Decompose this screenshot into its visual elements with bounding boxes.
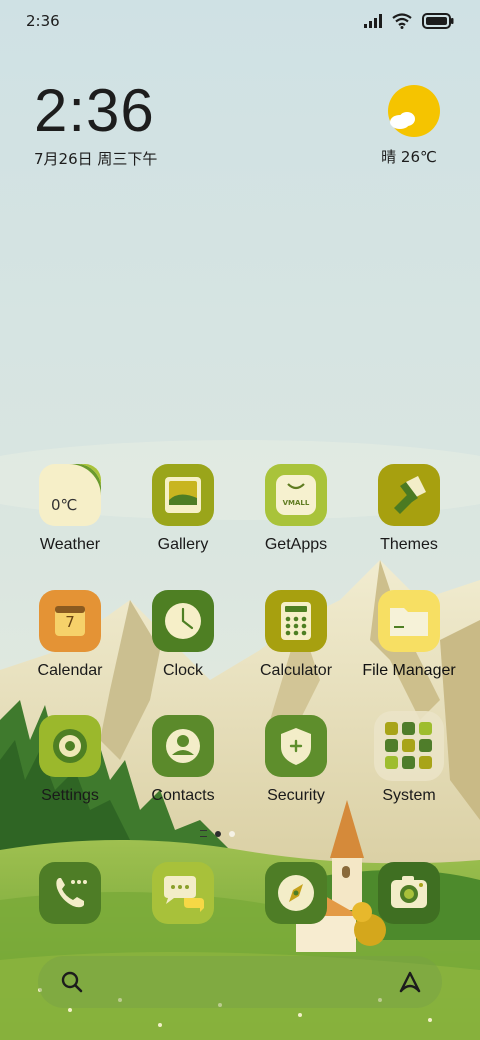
status-time: 2:36 bbox=[26, 12, 60, 30]
weather-widget[interactable]: 晴 26℃ bbox=[381, 84, 444, 167]
getapps-icon: VMALL bbox=[265, 464, 327, 526]
page-indicator-menu bbox=[200, 830, 207, 837]
page-dot-active bbox=[215, 830, 221, 837]
folder-icon bbox=[378, 590, 440, 652]
app-label: System bbox=[382, 787, 436, 804]
battery-icon bbox=[422, 13, 454, 29]
clock-icon bbox=[152, 590, 214, 652]
signal-icon bbox=[364, 14, 382, 28]
dock-messages[interactable] bbox=[152, 862, 214, 924]
app-label: Gallery bbox=[157, 536, 209, 553]
app-gallery[interactable]: Gallery bbox=[128, 464, 238, 554]
gallery-icon bbox=[152, 464, 214, 526]
app-label: Contacts bbox=[151, 787, 215, 804]
dock-camera[interactable] bbox=[378, 862, 440, 924]
app-security[interactable]: Security bbox=[241, 715, 351, 805]
app-file-manager[interactable]: File Manager bbox=[354, 590, 464, 680]
app-calculator[interactable]: Calculator bbox=[241, 590, 351, 680]
page-indicator[interactable] bbox=[200, 830, 235, 837]
system-folder-icon bbox=[374, 711, 444, 781]
messages-icon bbox=[164, 876, 204, 912]
contacts-icon bbox=[152, 715, 214, 777]
app-label: Calendar bbox=[37, 662, 103, 679]
page-dot bbox=[229, 830, 235, 837]
clock-date: 7月26日 周三下午 bbox=[34, 150, 158, 168]
weather-icon-text: 0℃ bbox=[51, 496, 78, 514]
dock-browser[interactable] bbox=[265, 862, 327, 924]
app-label: Settings bbox=[41, 787, 99, 804]
app-contacts[interactable]: Contacts bbox=[128, 715, 238, 805]
settings-icon bbox=[39, 715, 101, 777]
weather-label: 晴 26℃ bbox=[381, 148, 437, 166]
app-weather[interactable]: 0℃ Weather bbox=[15, 464, 125, 554]
app-clock[interactable]: Clock bbox=[128, 590, 238, 680]
camera-icon bbox=[391, 876, 427, 908]
dock-phone[interactable] bbox=[39, 862, 101, 924]
app-label: Clock bbox=[162, 662, 203, 679]
search-icon[interactable] bbox=[60, 970, 84, 994]
app-calendar[interactable]: 7 Calendar bbox=[15, 590, 125, 680]
app-label: Themes bbox=[380, 536, 438, 553]
app-label: GetApps bbox=[264, 536, 328, 553]
app-label: Security bbox=[267, 787, 325, 804]
wifi-icon bbox=[392, 13, 412, 29]
status-bar: 2:36 bbox=[0, 0, 480, 42]
themes-icon bbox=[378, 464, 440, 526]
calendar-icon-text: 7 bbox=[65, 613, 75, 631]
clock-time: 2:36 bbox=[34, 77, 155, 144]
getapps-icon-text: VMALL bbox=[282, 499, 310, 507]
app-label: File Manager bbox=[362, 662, 456, 679]
phone-icon bbox=[56, 878, 87, 908]
weather-icon: 0℃ bbox=[39, 464, 101, 526]
calculator-icon bbox=[265, 590, 327, 652]
app-system-folder[interactable]: System bbox=[354, 711, 464, 805]
calendar-icon: 7 bbox=[39, 590, 101, 652]
browser-icon bbox=[278, 875, 314, 911]
app-label: Weather bbox=[39, 536, 101, 553]
clock-widget[interactable]: 2:36 7月26日 周三下午 bbox=[34, 78, 157, 169]
assistant-icon[interactable] bbox=[396, 969, 424, 995]
sunny-icon bbox=[387, 84, 441, 138]
app-label: Calculator bbox=[259, 662, 333, 679]
app-getapps[interactable]: VMALL GetApps bbox=[241, 464, 351, 554]
app-settings[interactable]: Settings bbox=[15, 715, 125, 805]
search-bar[interactable] bbox=[38, 956, 442, 1008]
app-themes[interactable]: Themes bbox=[354, 464, 464, 554]
security-icon bbox=[265, 715, 327, 777]
